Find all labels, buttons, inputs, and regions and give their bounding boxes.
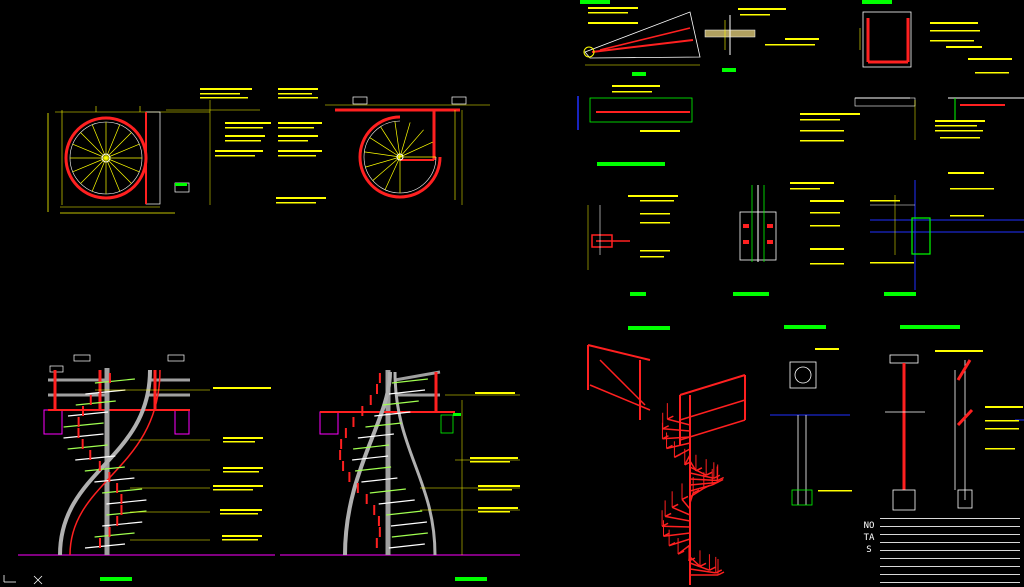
- detail-title-bars: [100, 0, 960, 581]
- detail-handrail-post: [885, 350, 1024, 511]
- detail-stringer-section: [859, 11, 982, 68]
- cad-drawing-canvas[interactable]: [0, 0, 1024, 587]
- detail-bolt-plate: [704, 8, 819, 55]
- detail-tread-wedge: [583, 7, 701, 66]
- isometric-spiral-view: [587, 344, 746, 585]
- detail-column-base: [739, 182, 844, 265]
- detail-landing-edge: [577, 85, 693, 132]
- detail-wall-anchor: [870, 172, 1024, 290]
- detail-anchor-plate: [587, 195, 678, 270]
- elevation-view-2: [280, 370, 520, 556]
- notes-heading: NOTAS: [863, 521, 875, 555]
- detail-floor-connection: [800, 58, 1024, 142]
- detail-post-section: [770, 348, 852, 506]
- plan-view-1: [47, 88, 271, 214]
- plan-view-2: [276, 88, 490, 205]
- notes-text-block: [880, 513, 1020, 585]
- elevation-view-1: [18, 354, 275, 556]
- ucs-icon: [3, 575, 43, 585]
